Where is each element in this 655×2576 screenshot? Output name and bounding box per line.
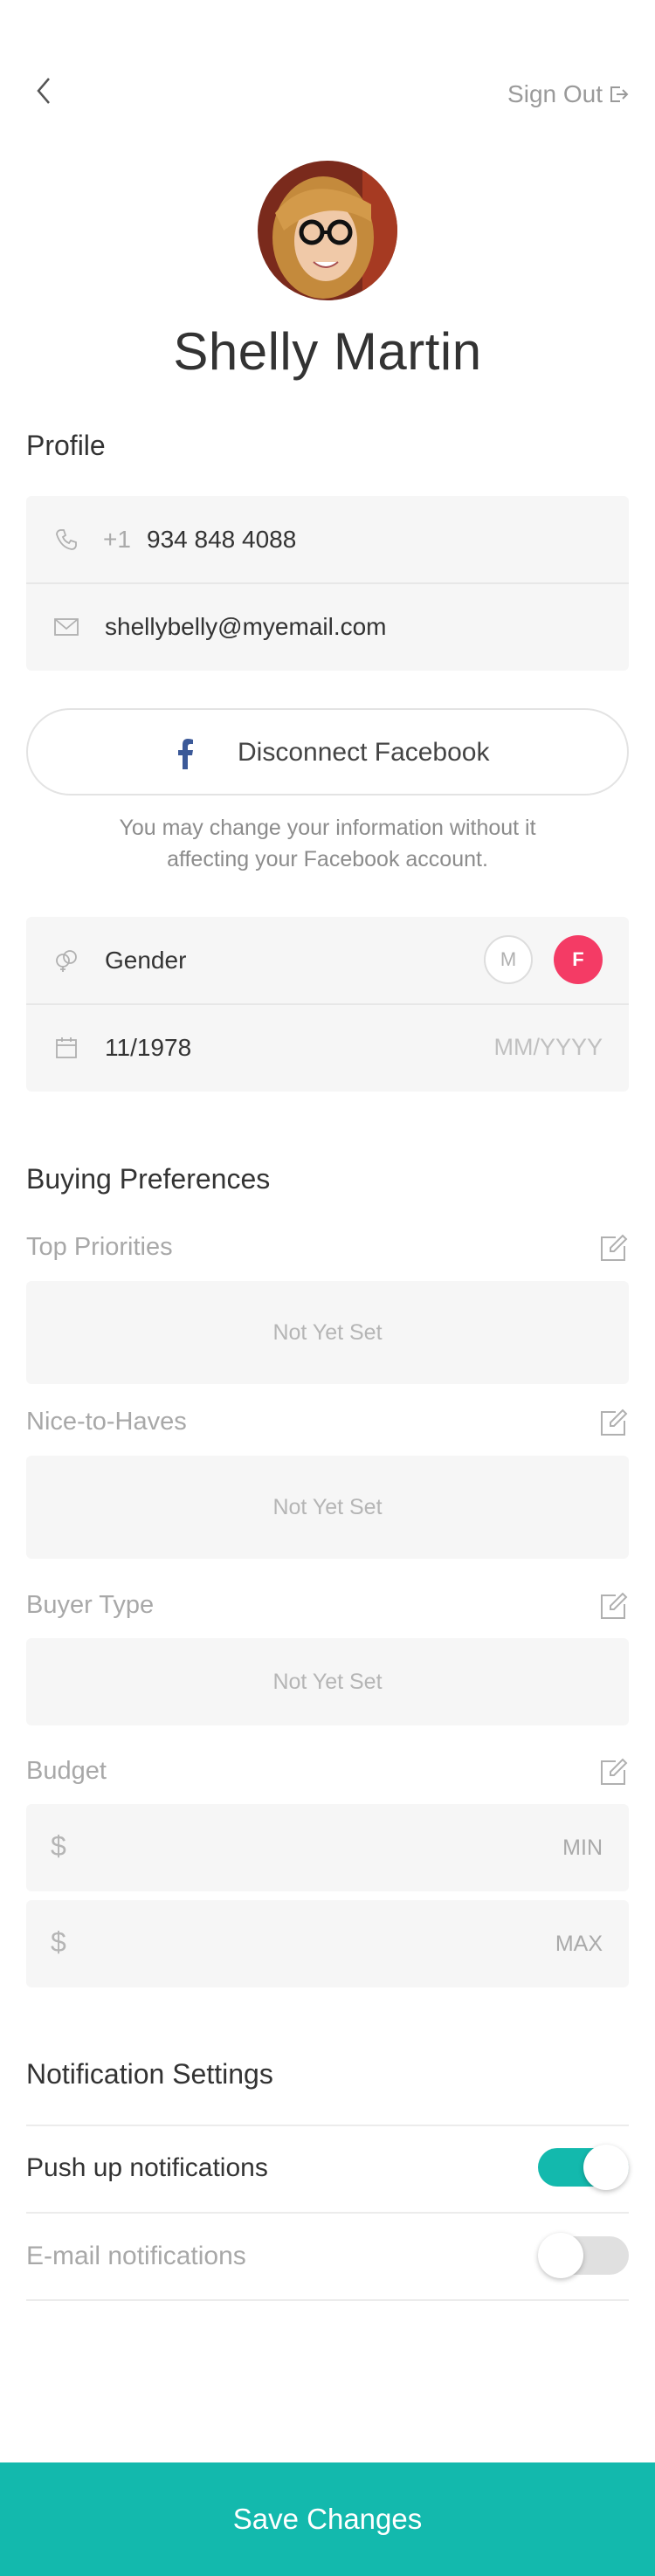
budget-min-field[interactable]: $ MIN [26, 1804, 629, 1891]
toggle-knob [538, 2233, 583, 2278]
gender-icon [52, 947, 80, 975]
user-name: Shelly Martin [173, 322, 482, 381]
sign-out-icon [610, 86, 629, 102]
edit-top-priorities-icon[interactable] [597, 1233, 629, 1264]
back-button[interactable] [26, 73, 61, 108]
edit-budget-icon[interactable] [597, 1757, 629, 1788]
email-row[interactable]: shellybelly@myemail.com [26, 583, 629, 671]
disconnect-facebook-label: Disconnect Facebook [238, 738, 490, 767]
facebook-note: You may change your information without … [119, 816, 536, 871]
phone-field[interactable]: 934 848 4088 [147, 526, 296, 554]
disconnect-facebook-button[interactable]: Disconnect Facebook [26, 708, 629, 796]
gender-row: Gender M F [26, 917, 629, 1004]
divider [26, 2299, 629, 2301]
budget-max-field[interactable]: $ MAX [26, 1900, 629, 1987]
push-notifications-toggle[interactable] [538, 2145, 629, 2190]
phone-prefix: +1 [103, 526, 131, 553]
save-changes-label: Save Changes [232, 2503, 423, 2535]
dollar-icon: $ [51, 1830, 66, 1862]
nice-to-haves-label: Nice-to-Haves [26, 1408, 187, 1436]
gender-male-button[interactable]: M [484, 935, 533, 984]
gender-female-button[interactable]: F [554, 935, 603, 984]
personal-card: Gender M F 11/1978 MM/YYYY [26, 917, 629, 1092]
buyer-type-label: Buyer Type [26, 1591, 155, 1619]
chevron-left-icon [37, 78, 50, 104]
push-notifications-label: Push up notifications [26, 2153, 268, 2182]
budget-label: Budget [26, 1757, 107, 1785]
email-notifications-toggle[interactable] [538, 2233, 629, 2278]
nice-to-haves-box[interactable]: Not Yet Set [26, 1456, 629, 1559]
facebook-icon [168, 736, 203, 771]
sign-out-label: Sign Out [507, 80, 603, 107]
divider [26, 2212, 629, 2214]
budget-min-placeholder: MIN [562, 1836, 603, 1860]
top-priorities-label: Top Priorities [26, 1233, 173, 1261]
profile-section-title: Profile [26, 430, 106, 461]
mail-icon [52, 613, 80, 641]
phone-row[interactable]: +1 934 848 4088 [26, 496, 629, 583]
birth-row[interactable]: 11/1978 MM/YYYY [26, 1004, 629, 1092]
notification-settings-title: Notification Settings [26, 2058, 273, 2090]
toggle-knob [583, 2145, 629, 2190]
calendar-icon [52, 1034, 80, 1062]
edit-buyer-type-icon[interactable] [597, 1591, 629, 1622]
birth-date-placeholder: MM/YYYY [493, 1034, 603, 1060]
avatar [258, 161, 397, 300]
phone-icon [52, 526, 80, 554]
buyer-type-box[interactable]: Not Yet Set [26, 1638, 629, 1725]
divider [26, 2125, 629, 2126]
save-changes-button[interactable]: Save Changes [0, 2462, 655, 2576]
top-priorities-box[interactable]: Not Yet Set [26, 1281, 629, 1384]
email-notifications-label: E-mail notifications [26, 2242, 246, 2270]
buying-preferences-title: Buying Preferences [26, 1163, 271, 1195]
gender-label: Gender [105, 947, 187, 974]
budget-max-placeholder: MAX [555, 1932, 603, 1956]
sign-out-button[interactable]: Sign Out [507, 77, 629, 112]
dollar-icon: $ [51, 1926, 66, 1958]
email-field[interactable]: shellybelly@myemail.com [105, 613, 387, 641]
edit-nice-to-haves-icon[interactable] [597, 1408, 629, 1439]
contact-card: +1 934 848 4088 shellybelly@myemail.com [26, 496, 629, 671]
birth-date-field[interactable]: 11/1978 [105, 1034, 191, 1062]
